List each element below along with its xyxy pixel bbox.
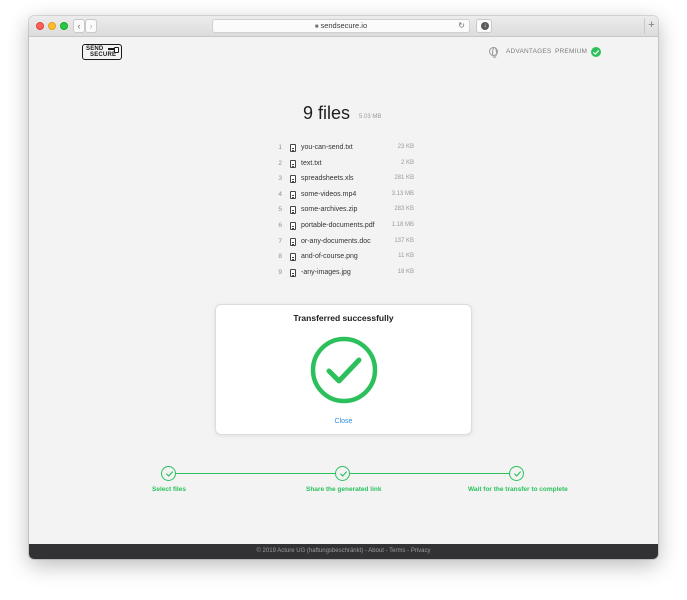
step-1-check-icon — [161, 466, 176, 481]
file-icon — [290, 175, 296, 184]
file-number: 4 — [278, 190, 282, 198]
file-name: spreadsheets.xls — [301, 175, 354, 183]
file-number: 6 — [278, 222, 282, 229]
file-name: and-of-course.png — [301, 253, 358, 261]
lock-icon: ■ — [314, 24, 319, 30]
file-row: 8 and-of-course.png 11 KB — [274, 253, 414, 264]
file-name: some-videos.mp4 — [301, 190, 357, 198]
status-check-icon — [591, 47, 601, 57]
downloads-button[interactable]: ↓ — [476, 19, 492, 33]
file-icon — [290, 206, 296, 215]
file-size: 11 KB — [398, 253, 414, 260]
file-row: 7 or-any-documents.doc 137 KB — [274, 237, 414, 249]
new-tab-button[interactable]: + — [644, 18, 658, 34]
file-icon — [290, 222, 296, 230]
file-size: 23 KB — [397, 144, 414, 150]
files-count-title: 9 files — [303, 103, 351, 123]
nav-premium[interactable]: PREMIUM — [555, 48, 587, 55]
files-total-size: 5.03 MB — [359, 114, 382, 120]
step-3-check-icon — [509, 466, 524, 481]
browser-window: ‹ › ■ sendsecure.io ↻ ↓ + SEND SECURE ADV… — [29, 16, 658, 559]
file-size: 137 KB — [394, 237, 414, 244]
address-bar-url: sendsecure.io — [320, 21, 368, 30]
file-name: you-can-send.txt — [301, 144, 353, 151]
file-row: 2 text.txt 2 KB — [274, 159, 414, 171]
address-bar[interactable]: ■ sendsecure.io ↻ — [212, 19, 470, 33]
file-icon — [290, 268, 296, 277]
file-size: 18 KB — [397, 268, 414, 275]
file-row: 9 -any-images.jpg 18 KB — [274, 268, 414, 280]
step-3-label: Wait for the transfer to complete — [468, 486, 568, 493]
nav-advantages[interactable]: ADVANTAGES — [506, 48, 551, 55]
file-number: 1 — [278, 144, 282, 151]
sendsecure-logo[interactable]: SEND SECURE — [82, 44, 122, 60]
transfer-success-title: Transferred successfully — [293, 313, 394, 323]
file-row: 1 you-can-send.txt 23 KB — [274, 144, 414, 155]
file-name: or-any-documents.doc — [301, 237, 371, 245]
back-button[interactable]: ‹ — [73, 19, 85, 33]
file-size: 2 KB — [400, 159, 414, 166]
file-row: 6 portable-documents.pdf 1.18 MB — [274, 222, 414, 233]
file-number: 7 — [278, 237, 282, 245]
file-number: 2 — [278, 159, 282, 167]
file-row: 5 some-archives.zip 283 KB — [274, 206, 414, 217]
page-footer: © 2019 Acture UG (haftungsbeschränkt) - … — [29, 544, 658, 559]
key-icon — [108, 47, 119, 53]
success-check-icon — [310, 336, 378, 404]
file-name: -any-images.jpg — [301, 268, 351, 276]
file-size: 3.13 MB — [391, 190, 414, 197]
logo-line-2: SECURE — [90, 52, 117, 59]
file-size: 283 KB — [394, 206, 414, 213]
step-1-label: Select files — [152, 486, 186, 493]
forward-button[interactable]: › — [85, 19, 97, 33]
file-icon — [290, 190, 296, 199]
logo-line-1: SEND — [86, 46, 104, 52]
file-name: some-archives.zip — [301, 206, 358, 214]
file-icon — [290, 144, 296, 152]
download-icon: ↓ — [481, 22, 489, 30]
minimize-window-button[interactable] — [48, 22, 56, 30]
file-number: 8 — [278, 253, 282, 261]
file-icon — [290, 237, 296, 246]
close-window-button[interactable] — [36, 22, 44, 30]
file-number: 3 — [278, 175, 282, 183]
step-2-check-icon — [335, 466, 350, 481]
file-number: 9 — [278, 268, 282, 276]
file-row: 4 some-videos.mp4 3.13 MB — [274, 190, 414, 202]
file-size: 1.18 MB — [391, 222, 414, 228]
browser-titlebar: ‹ › ■ sendsecure.io ↻ ↓ + — [29, 16, 658, 37]
file-size: 281 KB — [394, 175, 414, 182]
close-link[interactable]: Close — [216, 418, 471, 425]
transfer-success-card: Transferred successfully Close — [215, 304, 472, 435]
file-name: portable-documents.pdf — [301, 222, 375, 229]
language-globe-icon[interactable] — [489, 47, 498, 58]
file-name: text.txt — [301, 159, 322, 167]
file-icon — [290, 253, 296, 262]
file-row: 3 spreadsheets.xls 281 KB — [274, 175, 414, 186]
file-number: 5 — [278, 206, 282, 214]
step-2-label: Share the generated link — [306, 486, 382, 493]
zoom-window-button[interactable] — [60, 22, 68, 30]
file-icon — [290, 159, 296, 168]
reload-icon[interactable]: ↻ — [458, 20, 465, 32]
